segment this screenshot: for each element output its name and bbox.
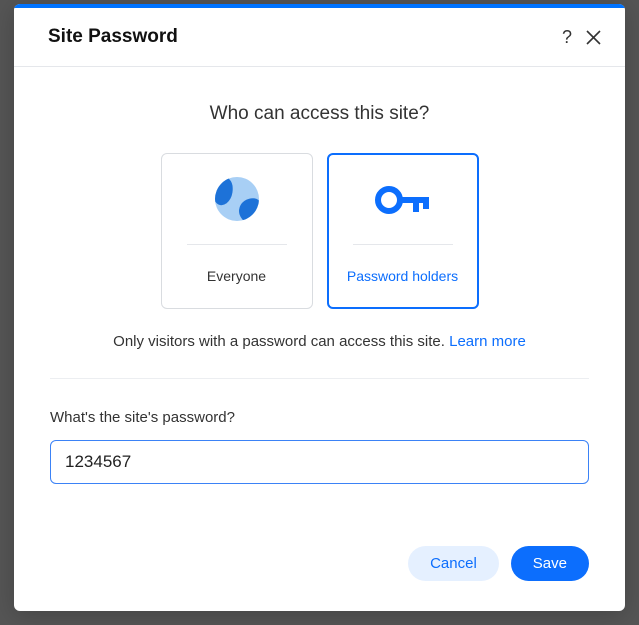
save-button[interactable]: Save bbox=[511, 546, 589, 581]
access-options: Everyone Password holders bbox=[50, 153, 589, 309]
section-divider bbox=[50, 378, 589, 379]
learn-more-link[interactable]: Learn more bbox=[449, 333, 526, 350]
help-icon[interactable]: ? bbox=[562, 28, 572, 46]
modal-title: Site Password bbox=[48, 26, 178, 48]
option-everyone-label: Everyone bbox=[207, 245, 266, 307]
close-icon[interactable] bbox=[586, 30, 601, 45]
access-question: Who can access this site? bbox=[50, 103, 589, 125]
option-password-holders-label: Password holders bbox=[347, 245, 458, 307]
access-helper-text: Only visitors with a password can access… bbox=[50, 333, 589, 350]
option-everyone[interactable]: Everyone bbox=[161, 153, 313, 309]
password-label: What's the site's password? bbox=[50, 409, 589, 426]
cancel-button[interactable]: Cancel bbox=[408, 546, 499, 581]
modal-header: Site Password ? bbox=[14, 8, 625, 67]
header-actions: ? bbox=[562, 28, 601, 46]
modal-footer: Cancel Save bbox=[14, 546, 625, 603]
modal-body: Who can access this site? Everyone bbox=[14, 67, 625, 484]
globe-icon bbox=[162, 154, 312, 244]
password-input[interactable] bbox=[50, 440, 589, 484]
helper-text-static: Only visitors with a password can access… bbox=[113, 333, 449, 350]
site-password-modal: Site Password ? Who can access this site… bbox=[14, 4, 625, 611]
option-password-holders[interactable]: Password holders bbox=[327, 153, 479, 309]
key-icon bbox=[329, 155, 477, 244]
